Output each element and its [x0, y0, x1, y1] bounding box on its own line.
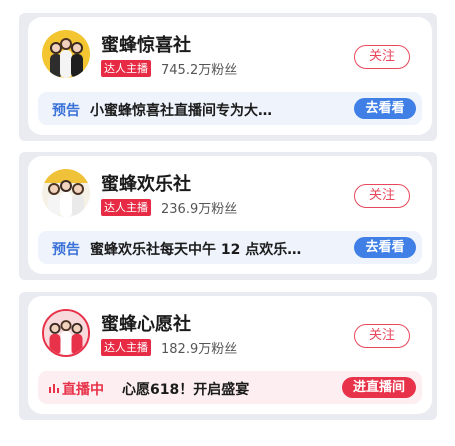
go-see-button[interactable]: 去看看: [354, 98, 416, 119]
streamer-badge: 达人主播: [101, 199, 151, 216]
streamer-badge: 达人主播: [101, 60, 151, 77]
follow-button[interactable]: 关注: [354, 324, 410, 348]
card-body[interactable]: 蜜蜂心愿社 达人主播 182.9万粉丝 关注 直播中 心愿618！开启盛宴 进直…: [28, 296, 432, 414]
streamer-name: 蜜蜂惊喜社: [101, 35, 191, 56]
streamer-card-3: 蜜蜂心愿社 达人主播 182.9万粉丝 关注 直播中 心愿618！开启盛宴 进直…: [19, 292, 437, 420]
follow-button[interactable]: 关注: [354, 184, 410, 208]
strip-tag: 预告: [52, 103, 80, 119]
fan-count: 182.9万粉丝: [161, 342, 238, 357]
streamer-name: 蜜蜂心愿社: [101, 314, 191, 335]
avatar-image: [44, 311, 88, 355]
enter-live-button[interactable]: 进直播间: [342, 377, 416, 398]
follow-button[interactable]: 关注: [354, 45, 410, 69]
card-body[interactable]: 蜜蜂欢乐社 达人主播 236.9万粉丝 关注 预告 蜜蜂欢乐社每天中午 12 点…: [28, 156, 432, 274]
preview-strip[interactable]: 预告 蜜蜂欢乐社每天中午 12 点欢乐… 去看看: [38, 231, 422, 264]
strip-text: 蜜蜂欢乐社每天中午 12 点欢乐…: [90, 242, 302, 258]
card-body[interactable]: 蜜蜂惊喜社 达人主播 745.2万粉丝 关注 预告 小蜜蜂惊喜社直播间专为大… …: [28, 17, 432, 135]
avatar[interactable]: [42, 309, 90, 357]
fan-count: 745.2万粉丝: [161, 63, 238, 78]
live-strip[interactable]: 直播中 心愿618！开启盛宴 进直播间: [38, 371, 422, 404]
avatar-image: [42, 169, 90, 217]
streamer-card-1: 蜜蜂惊喜社 达人主播 745.2万粉丝 关注 预告 小蜜蜂惊喜社直播间专为大… …: [19, 13, 437, 141]
strip-tag: 直播中: [62, 382, 104, 398]
fan-count: 236.9万粉丝: [161, 202, 238, 217]
streamer-badge: 达人主播: [101, 339, 151, 356]
strip-text: 心愿618！开启盛宴: [122, 382, 250, 398]
streamer-name: 蜜蜂欢乐社: [101, 174, 191, 195]
avatar[interactable]: [42, 30, 90, 78]
strip-text: 小蜜蜂惊喜社直播间专为大…: [90, 103, 272, 119]
avatar[interactable]: [42, 169, 90, 217]
live-bars-icon: [49, 384, 59, 393]
strip-tag: 预告: [52, 242, 80, 258]
preview-strip[interactable]: 预告 小蜜蜂惊喜社直播间专为大… 去看看: [38, 92, 422, 125]
avatar-image: [42, 30, 90, 78]
streamer-card-2: 蜜蜂欢乐社 达人主播 236.9万粉丝 关注 预告 蜜蜂欢乐社每天中午 12 点…: [19, 152, 437, 280]
go-see-button[interactable]: 去看看: [354, 237, 416, 258]
